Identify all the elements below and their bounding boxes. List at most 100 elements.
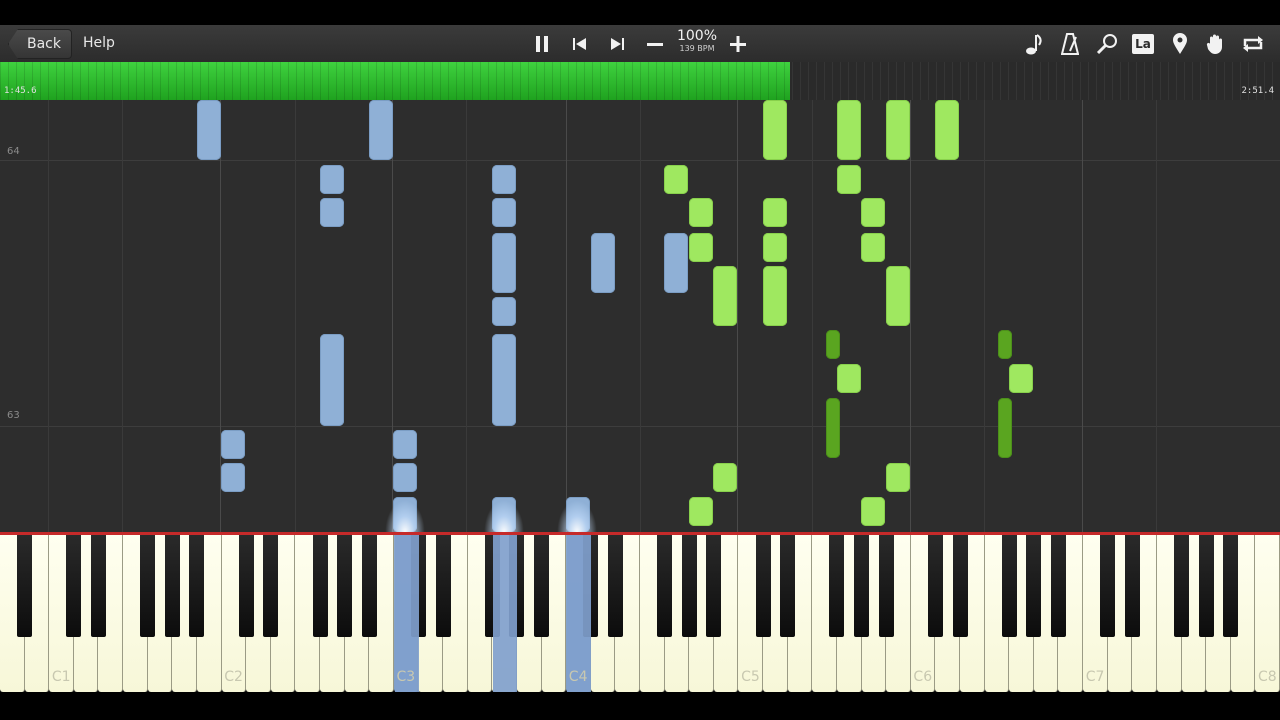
elapsed-time: 1:45.6 (4, 86, 37, 96)
octave-label: C4 (568, 669, 588, 685)
black-key[interactable] (706, 535, 722, 637)
note-block (886, 463, 910, 492)
black-key[interactable] (755, 535, 771, 637)
black-key[interactable] (435, 535, 451, 637)
note-block (826, 330, 840, 359)
magnifier-icon[interactable] (1094, 25, 1120, 62)
metronome-icon[interactable] (1058, 25, 1082, 62)
note-block (935, 100, 959, 160)
black-key[interactable] (534, 535, 550, 637)
black-key[interactable] (164, 535, 180, 637)
black-key[interactable] (1198, 535, 1214, 637)
note-block (664, 233, 688, 293)
hand-icon[interactable] (1204, 25, 1228, 62)
progress-fill (0, 62, 790, 100)
note-icon[interactable] (1022, 25, 1046, 62)
note-block (886, 100, 910, 160)
grid-line (566, 100, 567, 532)
grid-line (910, 100, 911, 532)
black-key[interactable] (140, 535, 156, 637)
measure-number: 63 (7, 410, 20, 421)
skip-back-icon[interactable] (568, 25, 592, 62)
black-key[interactable] (927, 535, 943, 637)
black-key[interactable] (361, 535, 377, 637)
tempo-plus-icon[interactable] (727, 25, 749, 62)
grid-line (122, 100, 123, 532)
black-key[interactable] (312, 535, 328, 637)
black-key[interactable] (1001, 535, 1017, 637)
note-block (1009, 364, 1033, 393)
note-block (393, 430, 417, 459)
skip-forward-icon[interactable] (605, 25, 629, 62)
octave-label: C3 (396, 669, 416, 685)
note-block (221, 463, 245, 492)
black-key[interactable] (1026, 535, 1042, 637)
pressed-key-highlight (493, 535, 517, 692)
loop-icon[interactable] (1240, 25, 1266, 62)
note-label-icon[interactable]: La (1131, 25, 1155, 62)
measure-number: 64 (7, 146, 20, 157)
octave-label: C8 (1258, 669, 1277, 685)
black-key[interactable] (337, 535, 353, 637)
piano-roll: 64 63 (0, 100, 1280, 532)
note-block (837, 165, 861, 194)
note-label-text: La (1132, 33, 1154, 54)
black-key[interactable] (1050, 535, 1066, 637)
black-key[interactable] (238, 535, 254, 637)
note-block (861, 497, 885, 526)
black-key[interactable] (681, 535, 697, 637)
help-button[interactable]: Help (76, 29, 122, 57)
note-block (369, 100, 393, 160)
note-block (826, 398, 840, 458)
black-key[interactable] (66, 535, 82, 637)
black-key[interactable] (780, 535, 796, 637)
black-key[interactable] (657, 535, 673, 637)
black-key[interactable] (1223, 535, 1239, 637)
octave-label: C7 (1085, 669, 1105, 685)
marker-icon[interactable] (1169, 25, 1191, 62)
black-key[interactable] (90, 535, 106, 637)
note-block (492, 334, 516, 426)
tempo-minus-icon[interactable] (644, 25, 666, 62)
grid-line (737, 100, 738, 532)
octave-label: C6 (913, 669, 933, 685)
black-key[interactable] (263, 535, 279, 637)
note-hit-glow (484, 500, 524, 532)
black-key[interactable] (952, 535, 968, 637)
note-block (861, 233, 885, 262)
note-block (492, 165, 516, 194)
black-key[interactable] (1174, 535, 1190, 637)
toolbar: Back Help 100% 139 BPM La (0, 25, 1280, 63)
black-key[interactable] (607, 535, 623, 637)
note-block (492, 233, 516, 293)
note-block (492, 198, 516, 227)
octave-label: C2 (224, 669, 243, 685)
black-key[interactable] (17, 535, 33, 637)
back-label: Back (27, 36, 61, 52)
black-key[interactable] (878, 535, 894, 637)
pause-icon[interactable] (529, 25, 555, 62)
black-key[interactable] (854, 535, 870, 637)
back-button[interactable]: Back (8, 29, 72, 59)
black-key[interactable] (189, 535, 205, 637)
octave-label: C1 (51, 669, 71, 685)
piano-keyboard[interactable]: C1 C2 C3 C4 C5 C6 C7 C8 (0, 535, 1280, 692)
octave-label: C5 (741, 669, 760, 685)
black-key[interactable] (1124, 535, 1140, 637)
black-key[interactable] (1100, 535, 1116, 637)
note-block (689, 198, 713, 227)
grid-line (640, 100, 641, 532)
note-block (763, 233, 787, 262)
note-block (763, 198, 787, 227)
letterbox-top (0, 0, 1280, 25)
note-block (998, 330, 1012, 359)
note-block (713, 266, 737, 326)
progress-bar[interactable] (0, 62, 1280, 100)
grid-line (295, 100, 296, 532)
note-block (886, 266, 910, 326)
note-hit-glow (385, 500, 425, 532)
black-key[interactable] (829, 535, 845, 637)
note-block (320, 198, 344, 227)
tempo-bpm: 139 BPM (679, 44, 715, 53)
grid-line (984, 100, 985, 532)
